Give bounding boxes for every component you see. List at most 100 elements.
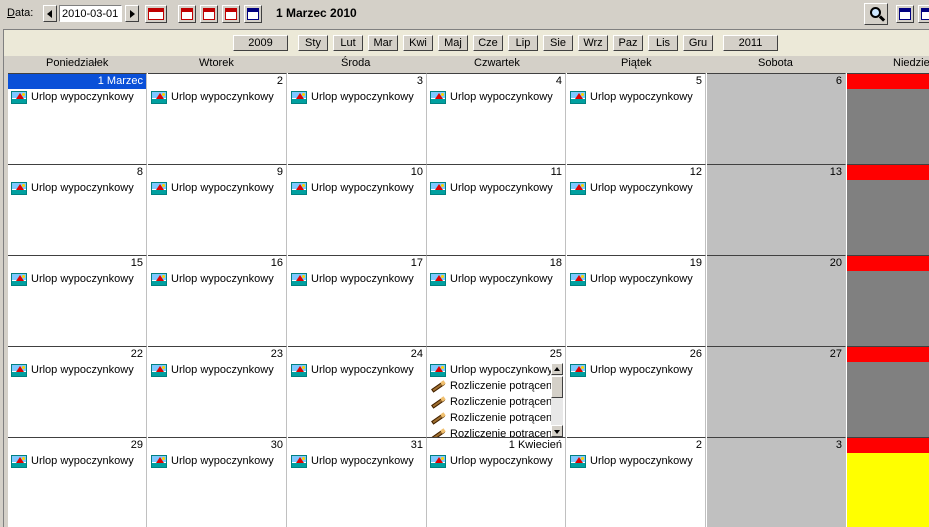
day-cell[interactable]: 16 Urlop wypoczynkowy (148, 255, 287, 346)
day-cell[interactable]: 1 Kwiecień Urlop wypoczynkowy (427, 437, 566, 527)
day-cell[interactable]: 26 Urlop wypoczynkowy (567, 346, 706, 437)
month-button-wrz[interactable]: Wrz (578, 35, 608, 51)
event-scrollbar[interactable] (551, 363, 563, 437)
vacation-icon (291, 273, 307, 286)
prev-date-button[interactable] (43, 5, 57, 22)
day-cell[interactable]: 23 Urlop wypoczynkowy (148, 346, 287, 437)
day-number: 20 (829, 257, 842, 269)
event-label: Urlop wypoczynkowy (171, 91, 274, 103)
day-cell[interactable]: 8 Urlop wypoczynkowy (8, 164, 147, 255)
day-cell-sunday-highlighted[interactable] (847, 437, 929, 527)
vacation-icon (11, 182, 27, 195)
day-cell-sunday[interactable] (847, 255, 929, 346)
day-cell[interactable]: 9 Urlop wypoczynkowy (148, 164, 287, 255)
day-cell-saturday[interactable]: 13 (707, 164, 846, 255)
day-view-icon[interactable] (178, 5, 196, 23)
day-cell-saturday[interactable]: 6 (707, 73, 846, 164)
month-button-kwi[interactable]: Kwi (403, 35, 433, 51)
day-cell[interactable]: 24 Urlop wypoczynkowy (288, 346, 427, 437)
day-cell-sunday[interactable] (847, 164, 929, 255)
day-cell[interactable]: 12 Urlop wypoczynkowy (567, 164, 706, 255)
day-cell[interactable]: 15 Urlop wypoczynkowy (8, 255, 147, 346)
event-label: Urlop wypoczynkowy (590, 273, 693, 285)
month-navigation: 2009 Sty Lut Mar Kwi Maj Cze Lip Sie Wrz… (4, 30, 929, 56)
day-cell-saturday[interactable]: 27 (707, 346, 846, 437)
list-view-icon[interactable] (244, 5, 262, 23)
month-button-cze[interactable]: Cze (473, 35, 503, 51)
month-button-maj[interactable]: Maj (438, 35, 468, 51)
day-number: 29 (130, 439, 143, 451)
day-cell[interactable]: 25 Urlop wypoczynkowy Rozliczenie potrąc… (427, 346, 566, 437)
day-cell[interactable]: 30 Urlop wypoczynkowy (148, 437, 287, 527)
day-number: 18 (549, 257, 562, 269)
scroll-down-icon[interactable] (551, 425, 563, 437)
day-number: 27 (829, 348, 842, 360)
event-label: Rozliczenie potrącen (450, 428, 553, 437)
event-label: Urlop wypoczynkowy (31, 91, 134, 103)
day-cell[interactable]: 2 Urlop wypoczynkowy (567, 437, 706, 527)
month-button-sty[interactable]: Sty (298, 35, 328, 51)
vacation-icon (430, 91, 446, 104)
event-label: Urlop wypoczynkowy (450, 91, 553, 103)
day-number: 25 (549, 348, 562, 360)
prev-year-button[interactable]: 2009 (233, 35, 288, 51)
zoom-button[interactable] (864, 3, 888, 25)
vacation-icon (11, 455, 27, 468)
day-cell-sunday[interactable] (847, 73, 929, 164)
day-cell[interactable]: 2 Urlop wypoczynkowy (148, 73, 287, 164)
calendar-export-icon[interactable] (918, 5, 929, 23)
date-input[interactable] (59, 5, 122, 22)
calendar-settings-icon[interactable] (896, 5, 914, 23)
day-number: 15 (130, 257, 143, 269)
month-button-lip[interactable]: Lip (508, 35, 538, 51)
event-label: Urlop wypoczynkowy (590, 455, 693, 467)
sunday-header-bar (847, 165, 929, 180)
day-cell[interactable]: 18 Urlop wypoczynkowy (427, 255, 566, 346)
event-label: Urlop wypoczynkowy (31, 273, 134, 285)
arrow-left-icon (47, 10, 52, 18)
pencil-icon (430, 396, 446, 409)
month-view-icon[interactable] (145, 5, 167, 23)
month-31-view-icon[interactable] (222, 5, 240, 23)
vacation-icon (151, 364, 167, 377)
next-date-button[interactable] (125, 5, 139, 22)
sunday-header-bar (847, 347, 929, 362)
day-number: 2 (695, 439, 702, 451)
day-cell[interactable]: 10 Urlop wypoczynkowy (288, 164, 427, 255)
day-cell[interactable]: 5 Urlop wypoczynkowy (567, 73, 706, 164)
scroll-up-icon[interactable] (551, 363, 563, 375)
month-button-lut[interactable]: Lut (333, 35, 363, 51)
day-cell-sunday[interactable] (847, 346, 929, 437)
vacation-icon (430, 273, 446, 286)
day-cell[interactable]: 17 Urlop wypoczynkowy (288, 255, 427, 346)
day-cell[interactable]: 31 Urlop wypoczynkowy (288, 437, 427, 527)
toolbar: Data: 1 Marzec 2010 (0, 0, 929, 28)
vacation-icon (291, 91, 307, 104)
month-button-sie[interactable]: Sie (543, 35, 573, 51)
day-cell-saturday[interactable]: 3 (707, 437, 846, 527)
vacation-icon (11, 273, 27, 286)
vacation-icon (570, 273, 586, 286)
day-cell[interactable]: 1 Marzec Urlop wypoczynkowy (8, 73, 147, 164)
event-label: Urlop wypoczynkowy (171, 364, 274, 376)
event-label: Urlop wypoczynkowy (311, 182, 414, 194)
month-button-mar[interactable]: Mar (368, 35, 398, 51)
week-view-icon[interactable] (200, 5, 218, 23)
month-button-paz[interactable]: Paz (613, 35, 643, 51)
pencil-icon (430, 380, 446, 393)
day-cell[interactable]: 3 Urlop wypoczynkowy (288, 73, 427, 164)
day-number: 30 (270, 439, 283, 451)
day-number: 3 (835, 439, 842, 451)
weekday-tuesday: Wtorek (199, 57, 234, 69)
day-cell[interactable]: 19 Urlop wypoczynkowy (567, 255, 706, 346)
scroll-thumb[interactable] (551, 376, 563, 398)
month-button-lis[interactable]: Lis (648, 35, 678, 51)
day-cell[interactable]: 29 Urlop wypoczynkowy (8, 437, 147, 527)
event-label: Urlop wypoczynkowy (171, 455, 274, 467)
month-button-gru[interactable]: Gru (683, 35, 713, 51)
day-cell[interactable]: 22 Urlop wypoczynkowy (8, 346, 147, 437)
day-cell[interactable]: 11 Urlop wypoczynkowy (427, 164, 566, 255)
day-cell-saturday[interactable]: 20 (707, 255, 846, 346)
day-cell[interactable]: 4 Urlop wypoczynkowy (427, 73, 566, 164)
next-year-button[interactable]: 2011 (723, 35, 778, 51)
